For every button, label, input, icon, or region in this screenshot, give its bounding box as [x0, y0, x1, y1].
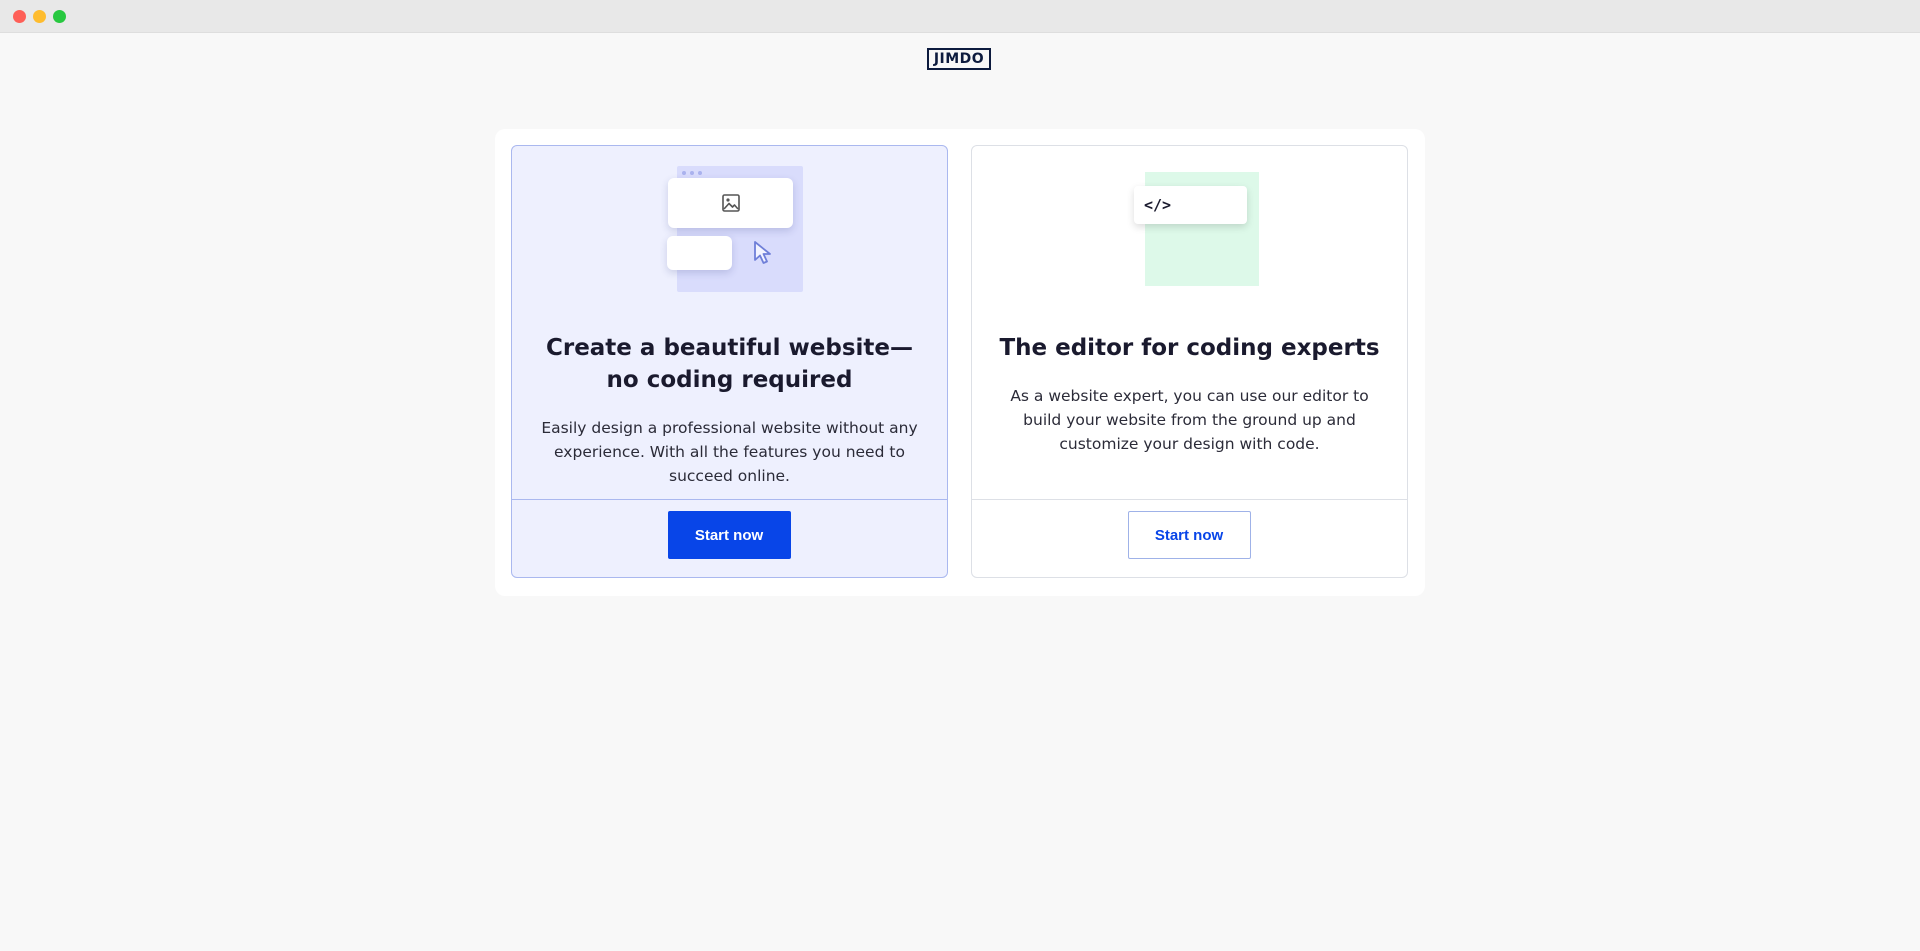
card-divider — [512, 499, 947, 500]
code-block: </> — [1134, 186, 1247, 224]
start-now-no-code-button[interactable]: Start now — [667, 511, 791, 559]
browser-dots — [682, 171, 702, 175]
no-code-card-title: Create a beautiful website—no coding req… — [545, 335, 914, 393]
code-illustration: </> — [1134, 172, 1259, 292]
code-card-title: The editor for coding experts — [999, 335, 1380, 361]
code-icon: </> — [1144, 196, 1172, 214]
image-icon — [721, 194, 740, 212]
code-card-description: As a website expert, you can use our edi… — [1010, 387, 1369, 453]
minimize-window-button[interactable] — [33, 10, 46, 23]
maximize-window-button[interactable] — [53, 10, 66, 23]
card-divider — [972, 499, 1407, 500]
start-now-code-button[interactable]: Start now — [1127, 511, 1251, 559]
cursor-icon — [754, 241, 771, 264]
text-block — [667, 236, 732, 270]
jimdo-logo[interactable]: JIMDO — [927, 48, 991, 70]
code-editor-card[interactable]: </> The editor for coding experts As a w… — [971, 145, 1408, 578]
no-code-editor-card[interactable]: Create a beautiful website—no coding req… — [511, 145, 948, 578]
window-titlebar — [0, 0, 1920, 33]
no-code-illustration — [667, 166, 808, 296]
close-window-button[interactable] — [13, 10, 26, 23]
image-block — [668, 178, 793, 228]
no-code-card-description: Easily design a professional website wit… — [541, 419, 918, 485]
editor-choice-panel: Create a beautiful website—no coding req… — [495, 129, 1425, 596]
